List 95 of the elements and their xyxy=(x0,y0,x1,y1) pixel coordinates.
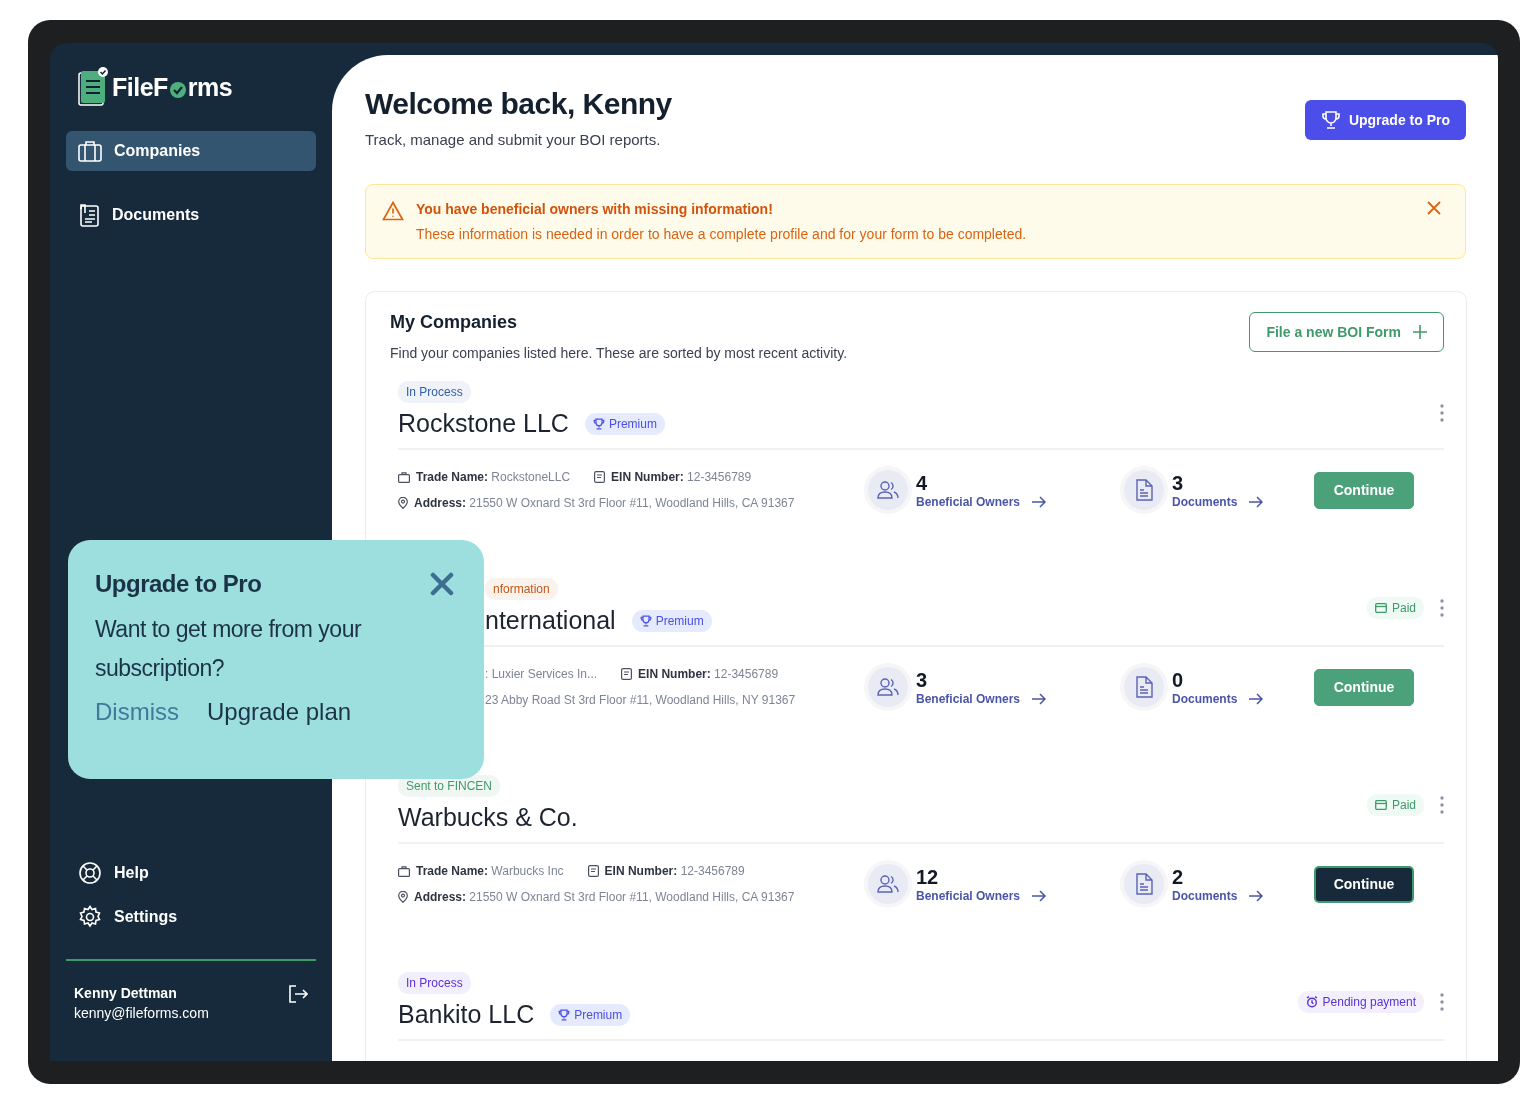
warning-icon xyxy=(382,201,404,221)
owners-count: 12 xyxy=(916,865,940,889)
file-icon xyxy=(1124,864,1164,904)
arrow-right-icon xyxy=(1249,692,1264,705)
owners-link[interactable]: Beneficial Owners xyxy=(916,888,1047,903)
owners-count: 3 xyxy=(916,668,929,692)
arrow-right-icon xyxy=(1249,889,1264,902)
premium-tag: Premium xyxy=(631,609,712,632)
status-tag: In Process xyxy=(398,972,471,994)
card-icon xyxy=(1374,800,1387,810)
documents-icon xyxy=(78,203,100,227)
user-email: kenny@fileforms.com xyxy=(74,1005,209,1021)
company-name: Warbucks & Co. xyxy=(398,803,578,832)
help-icon xyxy=(78,861,102,885)
nav-item[interactable]: Settings xyxy=(66,897,316,937)
file-icon xyxy=(1124,667,1164,707)
ein-number: EIN Number: 12-3456789 xyxy=(611,470,752,484)
more-options-icon[interactable] xyxy=(1440,599,1444,617)
company-name: Bankito LLC xyxy=(398,1000,535,1029)
status-tag: In Process xyxy=(398,381,471,403)
documents-link[interactable]: Documents xyxy=(1172,691,1264,706)
arrow-right-icon xyxy=(1249,495,1264,508)
payment-tag: Paid xyxy=(1366,794,1424,816)
location-pin-icon xyxy=(398,891,408,903)
trophy-icon xyxy=(558,1008,571,1021)
document-icon xyxy=(621,668,633,680)
trade-name: Trade Name: RockstoneLLC xyxy=(416,470,571,484)
arrow-right-icon xyxy=(1032,889,1047,902)
user-name: Kenny Dettman xyxy=(74,985,178,1001)
close-icon[interactable] xyxy=(1427,201,1441,215)
plus-icon xyxy=(1413,325,1427,339)
trophy-icon xyxy=(592,417,605,430)
ein-number: EIN Number: 12-3456789 xyxy=(604,864,745,878)
trophy-icon xyxy=(1320,110,1341,130)
page-subtitle: Track, manage and submit your BOI reports. xyxy=(365,131,662,148)
documents-count: 2 xyxy=(1172,865,1185,889)
popup-title: Upgrade to Pro xyxy=(95,570,262,598)
check-circle-icon xyxy=(168,80,187,99)
more-options-icon[interactable] xyxy=(1440,796,1444,814)
more-options-icon[interactable] xyxy=(1440,993,1444,1011)
briefcase-icon xyxy=(78,140,102,162)
documents-count: 0 xyxy=(1172,668,1185,692)
document-icon xyxy=(587,865,599,877)
trade-name: Trade Name: Warbucks Inc xyxy=(416,864,564,878)
brand-name: rms xyxy=(187,72,233,102)
users-icon xyxy=(868,864,908,904)
section-subtitle: Find your companies listed here. These are sorted by most recent activity. xyxy=(390,345,848,361)
company-name: Rockstone LLC xyxy=(398,409,569,438)
payment-tag: Paid xyxy=(1366,597,1424,619)
owners-link[interactable]: Beneficial Owners xyxy=(916,494,1047,509)
address: 23 Abby Road St 3rd Floor #11, Woodland Hills, NY 91367 xyxy=(485,693,796,707)
page-title: Welcome back, Kenny xyxy=(365,87,672,121)
upgrade-plan-button[interactable]: Upgrade plan xyxy=(207,698,352,726)
close-icon[interactable] xyxy=(430,572,454,596)
ein-number: EIN Number: 12-3456789 xyxy=(638,667,779,681)
document-icon xyxy=(594,471,606,483)
continue-button[interactable]: Continue xyxy=(1314,865,1414,903)
location-pin-icon xyxy=(398,497,408,509)
documents-link[interactable]: Documents xyxy=(1172,494,1264,509)
owners-link[interactable]: Beneficial Owners xyxy=(916,691,1047,706)
trophy-icon xyxy=(639,614,652,627)
status-tag: nformation xyxy=(485,578,558,600)
alarm-clock-icon xyxy=(1305,996,1318,1008)
payment-tag: Pending payment xyxy=(1297,991,1424,1013)
alert-title: You have beneficial owners with missing information! xyxy=(416,201,774,217)
premium-tag: Premium xyxy=(584,412,665,435)
upgrade-button[interactable]: Upgrade to Pro xyxy=(1304,100,1466,140)
users-icon xyxy=(868,667,908,707)
alert-message: These information is needed in order to have a complete profile and for your form to be completed. xyxy=(416,226,1028,242)
nav-item[interactable]: Documents xyxy=(66,195,316,235)
nav-item[interactable]: Companies xyxy=(66,131,316,171)
arrow-right-icon xyxy=(1032,495,1047,508)
address: Address: 21550 W Oxnard St 3rd Floor #11, Woodland Hills, CA 91367 xyxy=(414,496,795,510)
logo-icon xyxy=(78,67,108,107)
documents-count: 3 xyxy=(1172,471,1185,495)
nav-item[interactable]: Help xyxy=(66,853,316,893)
arrow-right-icon xyxy=(1032,692,1047,705)
documents-link[interactable]: Documents xyxy=(1172,888,1264,903)
file-icon xyxy=(1124,470,1164,510)
briefcase-icon xyxy=(398,865,410,877)
popup-message: Want to get more from your subscription? xyxy=(95,615,363,683)
company-name: nternational xyxy=(485,606,616,635)
brand-name: FileF xyxy=(112,72,168,102)
section-title: My Companies xyxy=(390,312,519,333)
new-form-button[interactable]: File a new BOI Form xyxy=(1249,312,1444,352)
users-icon xyxy=(868,470,908,510)
address: Address: 21550 W Oxnard St 3rd Floor #11, Woodland Hills, CA 91367 xyxy=(414,890,795,904)
briefcase-icon xyxy=(398,471,410,483)
trade-name: : Luxier Services In... xyxy=(485,667,598,681)
premium-tag: Premium xyxy=(550,1003,631,1026)
settings-icon xyxy=(78,905,102,929)
owners-count: 4 xyxy=(916,471,929,495)
more-options-icon[interactable] xyxy=(1440,404,1444,422)
card-icon xyxy=(1374,603,1387,613)
logout-icon[interactable] xyxy=(288,985,308,1003)
